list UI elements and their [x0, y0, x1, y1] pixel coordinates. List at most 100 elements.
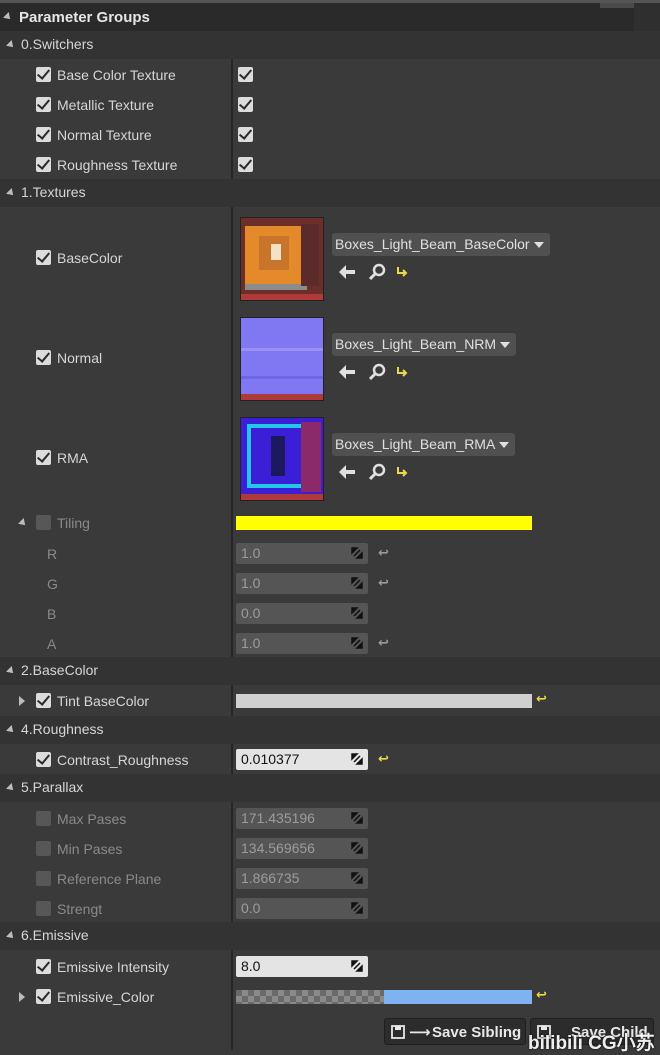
reference-plane-value[interactable]: 1.866735: [236, 868, 368, 889]
reset-arrow-icon[interactable]: ↩: [536, 691, 547, 707]
override-checkbox[interactable]: [36, 871, 51, 886]
expand-arrow-icon[interactable]: [18, 518, 28, 528]
drag-handle-icon[interactable]: [351, 902, 363, 914]
param-label: Tint BaseColor: [57, 693, 150, 709]
drag-handle-icon[interactable]: [351, 812, 363, 824]
drag-handle-icon[interactable]: [351, 607, 363, 619]
emissive-color-swatch[interactable]: [236, 990, 532, 1004]
browse-arrow-icon[interactable]: [338, 264, 356, 280]
param-row-reference-plane: Reference Plane 1.866735: [0, 864, 660, 894]
reset-arrow-icon[interactable]: ↩: [378, 635, 389, 651]
override-checkbox[interactable]: [36, 127, 51, 142]
tint-color-swatch[interactable]: [236, 694, 532, 708]
value-checkbox[interactable]: [238, 157, 253, 172]
drag-handle-icon[interactable]: [351, 872, 363, 884]
override-checkbox[interactable]: [36, 97, 51, 112]
value-text: 171.435196: [241, 810, 315, 826]
channel-value-b[interactable]: 0.0: [236, 603, 368, 624]
channel-value-a[interactable]: 1.0: [236, 633, 368, 654]
param-label: Roughness Texture: [57, 157, 178, 173]
drag-handle-icon[interactable]: [351, 753, 363, 765]
asset-picker-basecolor[interactable]: Boxes_Light_Beam_BaseColor: [332, 233, 550, 256]
group-roughness[interactable]: 4.Roughness: [0, 716, 660, 744]
reset-arrow-icon[interactable]: [396, 465, 408, 477]
drag-handle-icon[interactable]: [351, 842, 363, 854]
emissive-intensity-value[interactable]: 8.0: [236, 956, 368, 977]
browse-arrow-icon[interactable]: [338, 464, 356, 480]
expand-arrow-icon[interactable]: [6, 725, 16, 735]
contrast-roughness-value[interactable]: 0.010377: [236, 749, 368, 770]
param-row-rma-texture: RMA: [0, 443, 660, 473]
texture-thumbnail-normal[interactable]: [240, 317, 324, 401]
param-row-strengt: Strengt 0.0: [0, 894, 660, 924]
expand-arrow-icon[interactable]: [6, 188, 16, 198]
drag-handle-icon[interactable]: [351, 577, 363, 589]
group-label: 4.Roughness: [21, 721, 104, 737]
drag-handle-icon[interactable]: [351, 547, 363, 559]
override-checkbox[interactable]: [36, 841, 51, 856]
asset-picker-normal[interactable]: Boxes_Light_Beam_NRM: [332, 333, 517, 356]
override-checkbox[interactable]: [36, 250, 51, 265]
drag-handle-icon[interactable]: [351, 960, 363, 972]
override-checkbox[interactable]: [36, 959, 51, 974]
texture-thumbnail-rma[interactable]: [240, 417, 324, 501]
expand-arrow-icon[interactable]: [6, 666, 16, 676]
override-checkbox[interactable]: [36, 67, 51, 82]
param-label: Emissive Intensity: [57, 959, 170, 975]
value-text: 0.0: [241, 900, 261, 916]
reset-arrow-icon[interactable]: [396, 265, 408, 277]
override-checkbox[interactable]: [36, 515, 51, 530]
override-checkbox[interactable]: [36, 811, 51, 826]
param-row-tiling: Tiling: [0, 508, 660, 538]
value-checkbox[interactable]: [238, 127, 253, 142]
browse-arrow-icon[interactable]: [338, 364, 356, 380]
asset-picker-rma[interactable]: Boxes_Light_Beam_RMA: [332, 433, 516, 456]
value-text: 1.0: [241, 575, 261, 591]
param-label: Contrast_Roughness: [57, 752, 189, 768]
max-pases-value[interactable]: 171.435196: [236, 808, 368, 829]
group-emissive[interactable]: 6.Emissive: [0, 922, 660, 950]
expand-right-arrow-icon[interactable]: [19, 992, 25, 1002]
override-checkbox[interactable]: [36, 350, 51, 365]
group-parallax[interactable]: 5.Parallax: [0, 774, 660, 802]
channel-value-g[interactable]: 1.0: [236, 573, 368, 594]
group-label: 2.BaseColor: [21, 662, 99, 678]
override-checkbox[interactable]: [36, 901, 51, 916]
value-checkbox[interactable]: [238, 97, 253, 112]
override-checkbox[interactable]: [36, 157, 51, 172]
override-checkbox[interactable]: [36, 752, 51, 767]
channel-value-r[interactable]: 1.0: [236, 543, 368, 564]
texture-thumbnail-basecolor[interactable]: [240, 217, 324, 301]
reset-arrow-icon[interactable]: ↩: [378, 751, 389, 767]
group-switchers[interactable]: 0.Switchers: [0, 31, 660, 59]
group-textures[interactable]: 1.Textures: [0, 179, 660, 207]
param-row-metallic-texture: Metallic Texture: [0, 90, 660, 120]
value-checkbox[interactable]: [238, 67, 253, 82]
reset-arrow-icon[interactable]: ↩: [536, 987, 547, 1003]
asset-tools-basecolor: [338, 262, 418, 282]
expand-right-arrow-icon[interactable]: [19, 696, 25, 706]
value-text: 0.010377: [241, 751, 300, 767]
override-checkbox[interactable]: [36, 989, 51, 1004]
expand-arrow-icon[interactable]: [6, 783, 16, 793]
save-sibling-button[interactable]: ⟶ Save Sibling: [384, 1018, 526, 1045]
collapse-arrow-icon[interactable]: [3, 12, 13, 22]
min-pases-value[interactable]: 134.569656: [236, 838, 368, 859]
search-icon[interactable]: [369, 263, 387, 281]
reset-arrow-icon[interactable]: [396, 365, 408, 377]
channel-label: R: [47, 546, 58, 562]
expand-arrow-icon[interactable]: [6, 40, 16, 50]
expand-arrow-icon[interactable]: [6, 931, 16, 941]
strengt-value[interactable]: 0.0: [236, 898, 368, 919]
reset-arrow-icon[interactable]: ↩: [378, 575, 389, 591]
override-checkbox[interactable]: [36, 693, 51, 708]
search-icon[interactable]: [369, 463, 387, 481]
tiling-color-swatch[interactable]: [236, 516, 532, 530]
drag-handle-icon[interactable]: [351, 637, 363, 649]
reset-arrow-icon[interactable]: ↩: [378, 545, 389, 561]
value-text: 0.0: [241, 605, 261, 621]
asset-name: Boxes_Light_Beam_NRM: [335, 336, 497, 352]
override-checkbox[interactable]: [36, 450, 51, 465]
group-basecolor[interactable]: 2.BaseColor: [0, 657, 660, 685]
search-icon[interactable]: [369, 363, 387, 381]
